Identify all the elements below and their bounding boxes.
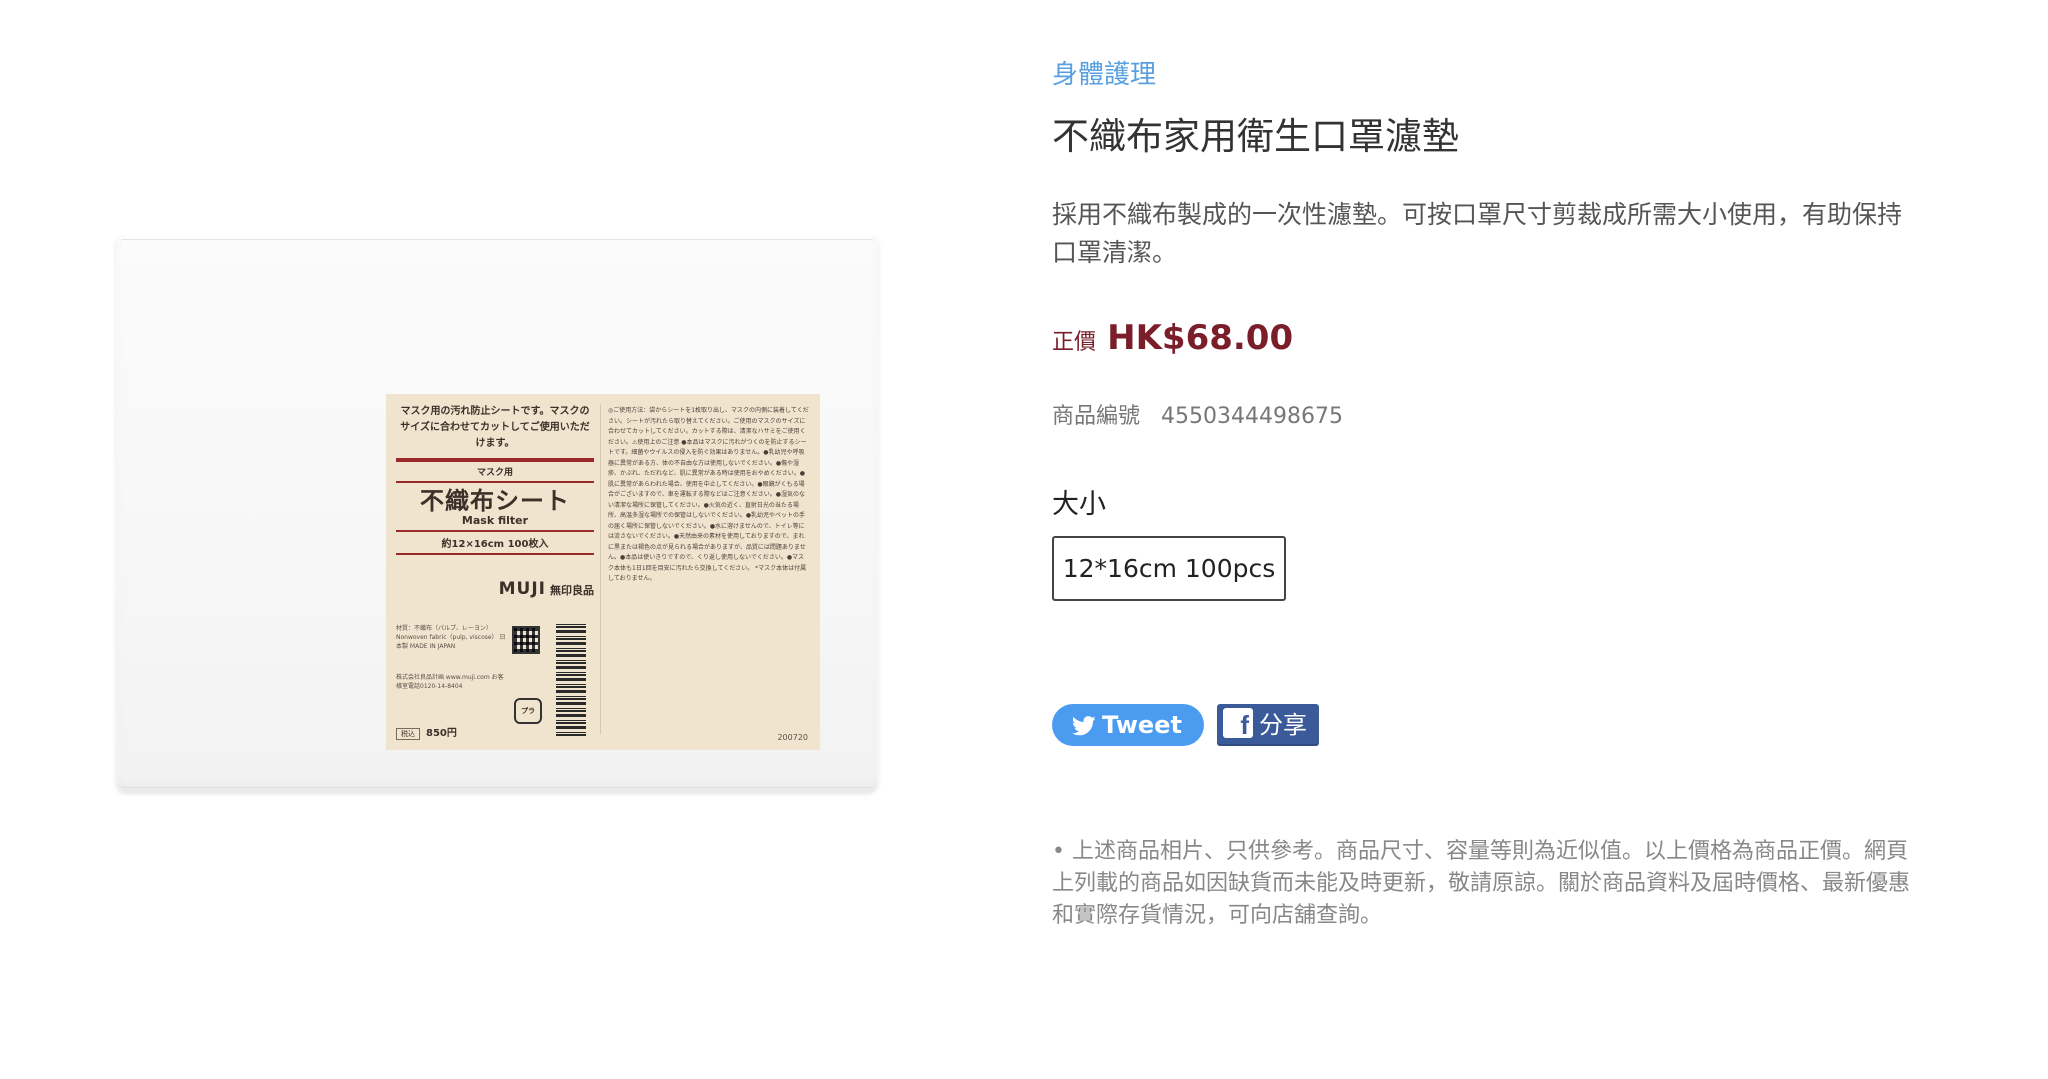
tweet-label: Tweet — [1102, 711, 1182, 739]
muji-logo: MUJI 無印良品 — [396, 579, 594, 599]
package-instructions: ◎ご使用方法：袋からシートを1枚取り出し、マスクの内側に装着してください。シート… — [608, 407, 809, 582]
label-red-bar-thin — [396, 530, 594, 532]
product-title: 不織布家用衛生口罩濾墊 — [1052, 115, 1459, 158]
price-tag-value: 850円 — [426, 728, 457, 739]
package-print-code: 200720 — [777, 733, 808, 742]
disclaimer-text: • 上述商品相片、只供參考。商品尺寸、容量等則為近似值。以上價格為商品正價。網頁… — [1052, 839, 1911, 928]
facebook-share-label: 分享 — [1259, 711, 1308, 739]
brand-name: MUJI — [498, 579, 546, 599]
product-description: 採用不織布製成的一次性濾墊。可按口罩尺寸剪裁成所需大小使用，有助保持口罩清潔。 — [1052, 200, 1903, 267]
recycle-pla-icon: プラ — [514, 698, 542, 724]
package-sub-label: マスク用 — [476, 468, 513, 478]
share-buttons: Tweet f 分享 — [1052, 704, 1320, 746]
package-intro-text: マスク用の汚れ防止シートです。マスクのサイズに合わせてカットしてご使用いただけま… — [400, 406, 590, 449]
product-page: マスク用の汚れ防止シートです。マスクのサイズに合わせてカットしてご使用いただけま… — [0, 0, 2048, 1079]
barcode-icon — [556, 624, 586, 736]
package-label-front: マスク用の汚れ防止シートです。マスクのサイズに合わせてカットしてご使用いただけま… — [396, 402, 594, 742]
tweet-button[interactable]: Tweet — [1052, 704, 1204, 746]
brand-name-jp: 無印良品 — [550, 584, 594, 597]
package-label: マスク用の汚れ防止シートです。マスクのサイズに合わせてカットしてご使用いただけま… — [386, 394, 820, 750]
twitter-bird-icon — [1071, 707, 1096, 749]
sku-row: 商品編號 4550344498675 — [1052, 398, 1343, 430]
sku-value: 4550344498675 — [1161, 404, 1343, 429]
category-link[interactable]: 身體護理 — [1052, 54, 1156, 91]
label-red-bar-thin — [396, 553, 594, 555]
product-image: マスク用の汚れ防止シートです。マスクのサイズに合わせてカットしてご使用いただけま… — [116, 236, 878, 792]
label-divider — [600, 404, 601, 734]
price-value: HK$68.00 — [1107, 318, 1294, 358]
package-materials: 材質：不織布（パルプ、レーヨン） Nonwoven fabric（pulp, v… — [396, 624, 506, 691]
size-option-button[interactable]: 12*16cm 100pcs — [1052, 536, 1286, 601]
price-label: 正價 — [1052, 330, 1097, 355]
price-tag-label: 税込 — [396, 728, 420, 740]
sku-label: 商品編號 — [1052, 404, 1141, 429]
size-heading: 大小 — [1052, 489, 1106, 520]
package-size: 約12×16cm 100枚入 — [441, 539, 549, 550]
facebook-share-button[interactable]: f 分享 — [1217, 704, 1320, 746]
package-product-name: 不織布シート — [420, 487, 570, 515]
materials-text: 材質：不織布（パルプ、レーヨン） Nonwoven fabric（pulp, v… — [396, 625, 506, 650]
qr-code-icon — [512, 626, 540, 654]
maker-text: 株式会社良品計画 www.muji.com お客様室電話0120-14-8404 — [396, 674, 504, 690]
label-red-bar — [396, 458, 594, 462]
label-red-bar-thin — [396, 481, 594, 483]
package-price-tag: 税込 850円 — [396, 724, 506, 740]
facebook-f-icon: f — [1223, 708, 1254, 738]
price-row: 正價 HK$68.00 — [1052, 318, 1293, 358]
